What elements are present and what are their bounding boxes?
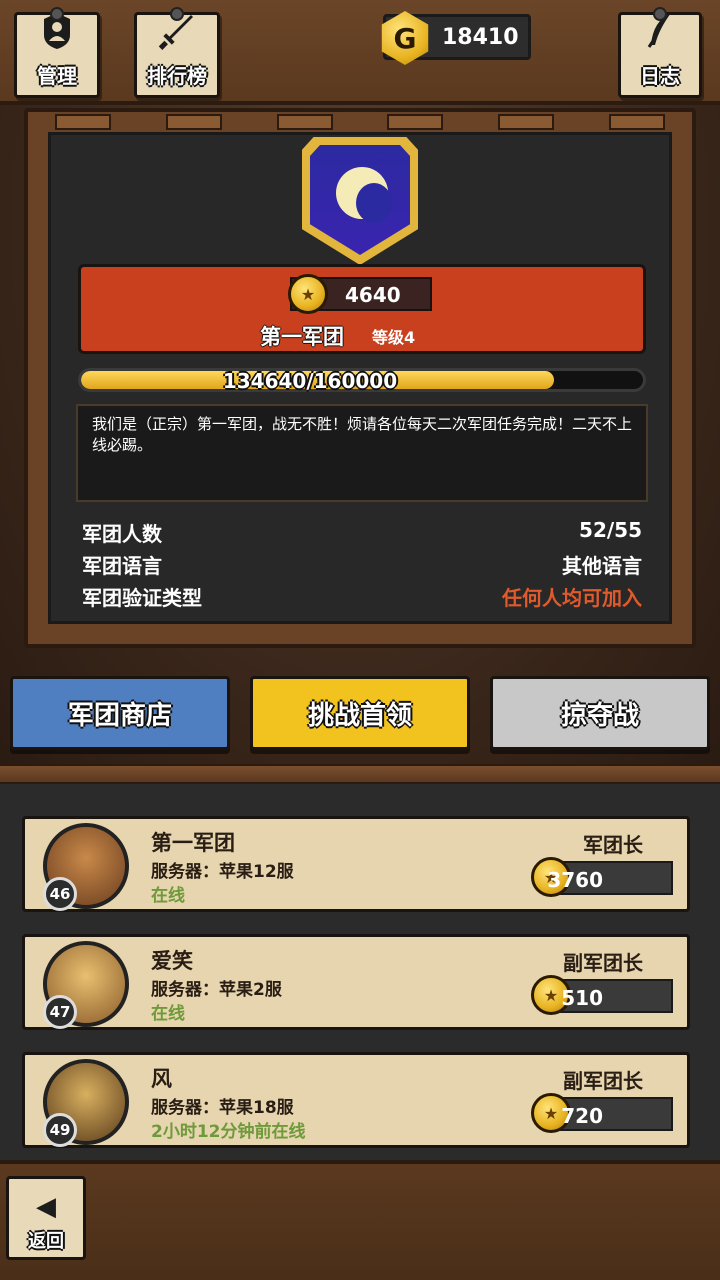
info-label: 军团人数 [82,522,162,546]
member-points: 3760 [547,868,603,892]
list-item[interactable]: 46 第一军团 服务器：苹果12服 在线 军团长 ★ 3760 [22,816,690,912]
gold-counter: G 18410 [381,11,531,65]
manage-button[interactable]: 管理 [14,7,100,98]
guild-level: 等级4 [372,328,416,347]
pin-icon [170,7,184,21]
gold-coin-icon: G [381,11,429,65]
info-label: 军团验证类型 [82,586,202,610]
member-status: 2小时12分钟前在线 [151,1122,306,1142]
ranking-label: 排行榜 [147,64,207,88]
member-status: 在线 [151,886,185,906]
member-name: 风 [151,1067,172,1091]
list-item[interactable]: 49 风 服务器：苹果18服 2小时12分钟前在线 副军团长 ★ 720 [22,1052,690,1148]
level-badge: 46 [43,877,77,911]
info-value: 任何人均可加入 [502,586,642,610]
back-label: 返回 [28,1231,64,1252]
board-chain [28,112,692,132]
raid-battle-button[interactable]: 掠夺战 [490,676,710,750]
member-role: 军团长 [583,833,643,857]
member-server: 服务器：苹果18服 [151,1098,294,1118]
back-button[interactable]: ◀ 返回 [6,1176,86,1260]
info-label: 军团语言 [82,554,162,578]
member-role: 副军团长 [563,951,643,975]
list-item[interactable]: 47 爱笑 服务器：苹果2服 在线 副军团长 ★ 510 [22,934,690,1030]
guild-coin-icon: ★ [288,274,328,314]
log-button[interactable]: 日志 [618,7,702,98]
back-arrow-icon: ◀ [36,1192,56,1222]
member-status: 在线 [151,1004,185,1024]
info-value: 52/55 [579,518,642,542]
divider [0,764,720,784]
pin-icon [50,7,64,21]
bottom-bar [0,1160,720,1280]
member-points: 720 [561,1104,603,1128]
top-bar [0,0,720,105]
challenge-boss-button[interactable]: 挑战首领 [250,676,470,750]
ranking-button[interactable]: 排行榜 [134,7,220,98]
info-row-members: 军团人数 52/55 [82,518,642,547]
info-value: 其他语言 [562,554,642,578]
gold-value: 18410 [442,25,519,50]
log-label: 日志 [640,64,680,88]
level-badge: 47 [43,995,77,1029]
guild-xp-text: 134640/160000 [222,369,398,393]
guild-score: 4640 [345,283,401,307]
guild-name: 第一军团 [260,325,344,349]
guild-shop-button[interactable]: 军团商店 [10,676,230,750]
member-role: 副军团长 [563,1069,643,1093]
member-points: 510 [561,986,603,1010]
member-name: 第一军团 [151,831,235,855]
info-row-language: 军团语言 其他语言 [82,550,642,579]
pin-icon [653,7,667,21]
level-badge: 49 [43,1113,77,1147]
member-name: 爱笑 [151,949,193,973]
member-server: 服务器：苹果12服 [151,862,294,882]
member-server: 服务器：苹果2服 [151,980,282,1000]
guild-description: 我们是（正宗）第一军团，战无不胜！烦请各位每天二次军团任务完成！二天不上线必踢。 [76,404,648,502]
manage-label: 管理 [37,64,77,88]
info-row-verify: 军团验证类型 任何人均可加入 [82,582,642,611]
